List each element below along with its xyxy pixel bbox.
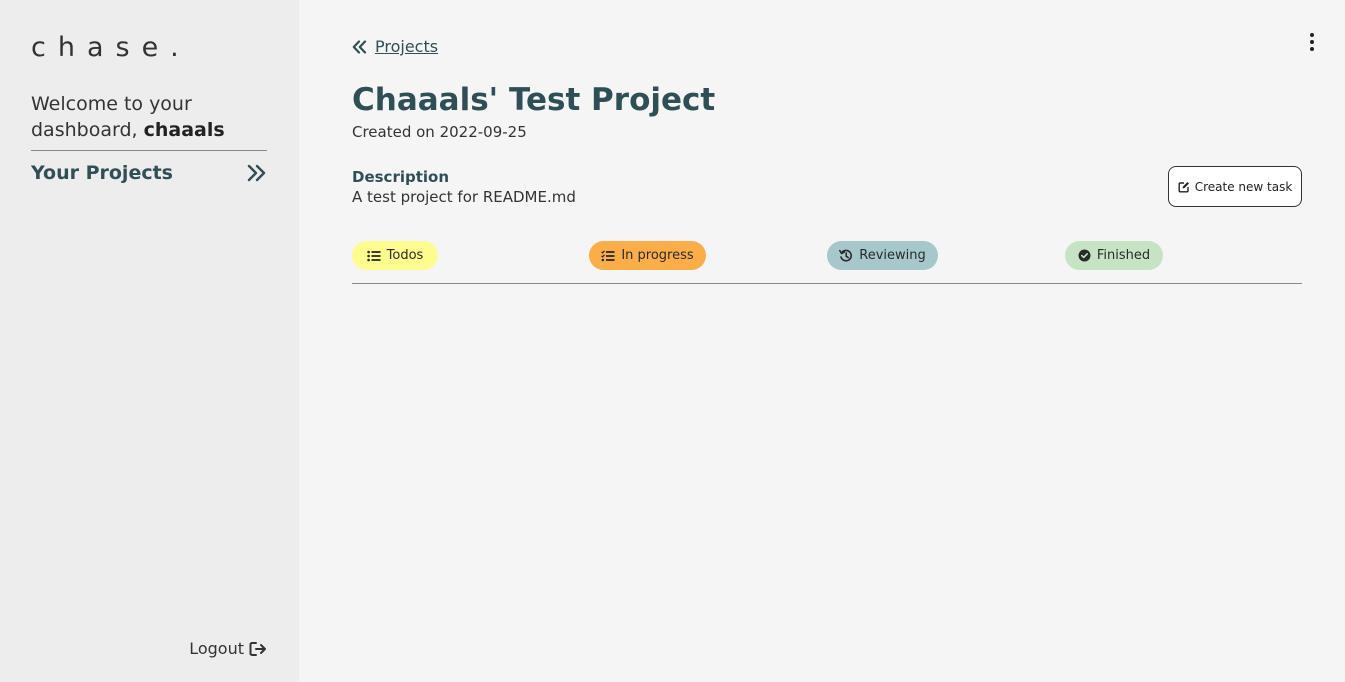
edit-icon	[1178, 181, 1190, 193]
create-new-task-button[interactable]: Create new task	[1168, 166, 1302, 207]
sidebar-divider	[31, 150, 267, 151]
back-to-projects-link[interactable]: Projects	[352, 37, 438, 56]
back-link-label: Projects	[375, 37, 439, 56]
status-pill-in-progress[interactable]: In progress	[589, 241, 706, 270]
status-label-in-progress: In progress	[621, 248, 694, 263]
history-icon	[839, 249, 853, 263]
main-content: Projects Chaaals' Test Project Created o…	[299, 0, 1345, 682]
project-title: Chaaals' Test Project	[352, 82, 716, 118]
sidebar: chase. Welcome to your dashboard, chaaal…	[0, 0, 299, 682]
logout-button[interactable]: Logout	[189, 639, 267, 658]
double-chevron-right-icon	[247, 164, 267, 182]
project-created-date: Created on 2022-09-25	[352, 123, 527, 141]
status-pill-finished[interactable]: Finished	[1065, 241, 1163, 270]
your-projects-label: Your Projects	[31, 162, 173, 184]
description-heading: Description	[352, 168, 450, 186]
status-label-reviewing: Reviewing	[859, 248, 926, 263]
more-options-icon[interactable]	[1307, 32, 1317, 52]
app-logo[interactable]: chase.	[31, 32, 191, 63]
status-pill-todos[interactable]: Todos	[352, 241, 438, 270]
status-filter-row: Todos In progress Reviewing Finished	[352, 241, 1302, 270]
username: chaaals	[143, 119, 225, 141]
status-pill-reviewing[interactable]: Reviewing	[827, 241, 938, 270]
logout-icon	[249, 641, 267, 657]
status-divider	[352, 283, 1302, 284]
welcome-message: Welcome to your dashboard, chaaals	[31, 91, 267, 143]
checklist-icon	[601, 249, 615, 262]
status-label-finished: Finished	[1096, 248, 1151, 263]
list-icon	[366, 250, 381, 262]
check-circle-icon	[1078, 249, 1091, 262]
status-label-todos: Todos	[386, 248, 424, 263]
logout-label: Logout	[189, 639, 244, 658]
your-projects-link[interactable]: Your Projects	[31, 159, 267, 187]
double-chevron-left-icon	[352, 39, 367, 54]
create-new-task-label: Create new task	[1194, 179, 1293, 194]
project-description: A test project for README.md	[352, 188, 576, 206]
